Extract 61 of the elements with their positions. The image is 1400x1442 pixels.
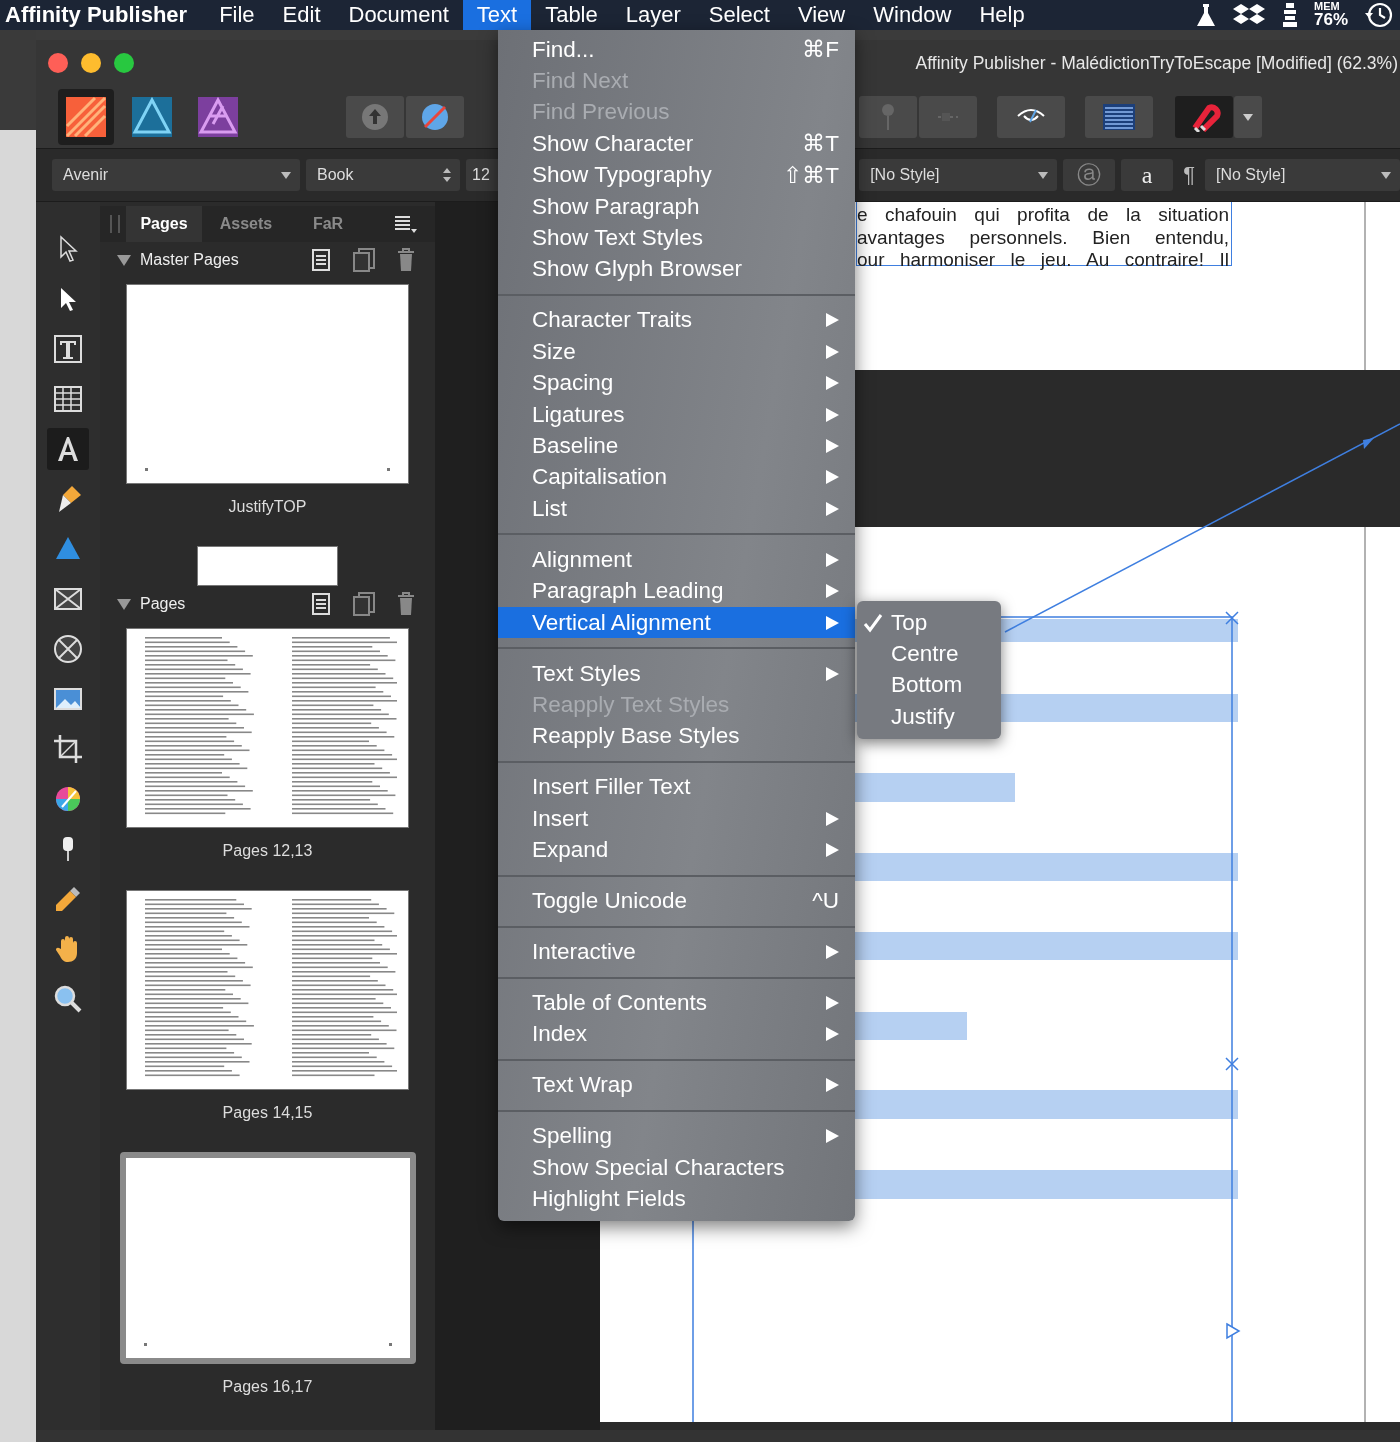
menu-bar-item[interactable]: Window: [859, 0, 966, 30]
paragraph-mark: ¶: [1182, 162, 1196, 188]
page-label: JustifyTOP: [228, 497, 307, 517]
menu-item[interactable]: Interactive: [498, 936, 855, 968]
menu-bar-item[interactable]: Document: [334, 0, 463, 30]
menu-item[interactable]: Table of Contents: [498, 987, 855, 1019]
menu-item[interactable]: Expand: [498, 834, 855, 866]
menu-item[interactable]: Index: [498, 1018, 855, 1051]
menu-item[interactable]: Highlight Fields: [498, 1183, 855, 1215]
menu-item[interactable]: Find... ⌘F: [498, 34, 855, 66]
section-title: Master Pages: [140, 251, 240, 269]
character-style-button[interactable]: ⓐ: [1063, 159, 1116, 191]
menu-bar-item[interactable]: File: [205, 0, 269, 30]
menu-item[interactable]: Character Traits: [498, 304, 855, 337]
menu-bar-item[interactable]: View: [783, 0, 860, 30]
menu-item[interactable]: Spacing: [498, 367, 855, 399]
menu-item[interactable]: Paragraph Leading: [498, 575, 855, 607]
character-format-button[interactable]: a: [1121, 159, 1174, 191]
menu-item[interactable]: Text Styles: [498, 657, 855, 690]
page-label: Pages 12,13: [222, 841, 313, 861]
menu-item[interactable]: Insert: [498, 802, 855, 835]
menu-item[interactable]: Show Paragraph: [498, 190, 855, 223]
menu-item[interactable]: Spelling: [498, 1120, 855, 1153]
menu-bar-item[interactable]: Text: [462, 0, 532, 30]
menu-item[interactable]: Reapply Base Styles: [498, 720, 855, 752]
window-title: Affinity Publisher - MalédictionTryToEscape [Modified] (62.3%): [915, 52, 1398, 74]
memory-indicator[interactable]: MEM 76%: [1313, 2, 1348, 28]
menu-bar-item[interactable]: Edit: [268, 0, 335, 30]
panel-tab[interactable]: Assets: [208, 206, 284, 242]
menu-item[interactable]: Ligatures: [498, 398, 855, 431]
font-style-field[interactable]: Book: [306, 159, 460, 191]
character-style-field[interactable]: [No Style]: [1205, 159, 1400, 191]
paragraph-style-field[interactable]: [No Style]: [859, 159, 1058, 191]
section-title: Pages: [140, 595, 187, 613]
menu-item[interactable]: Show Text Styles: [498, 222, 855, 254]
menu-item[interactable]: Justify: [857, 701, 1001, 733]
menu-item[interactable]: Bottom: [857, 669, 1001, 702]
menu-item[interactable]: Toggle Unicode ^U: [498, 885, 855, 917]
menu-bar-item[interactable]: Layer: [611, 0, 695, 30]
menu-item[interactable]: Centre: [857, 638, 1001, 670]
panel-tab[interactable]: Pages: [126, 206, 202, 242]
menu-item[interactable]: Vertical Alignment: [498, 606, 855, 639]
app-name-menu[interactable]: Affinity Publisher: [0, 2, 206, 28]
font-family-field[interactable]: Avenir: [52, 159, 300, 191]
menu-item[interactable]: Top: [857, 607, 1001, 639]
menu-item[interactable]: Insert Filler Text: [498, 771, 855, 803]
menu-bar-item[interactable]: Table: [531, 0, 612, 30]
page-label: Pages 16,17: [222, 1377, 313, 1397]
menu-item[interactable]: Show Glyph Browser: [498, 253, 855, 286]
menu-item[interactable]: List: [498, 493, 855, 525]
menu-bar-item[interactable]: Help: [965, 0, 1039, 30]
menu-bar-item[interactable]: Select: [694, 0, 784, 30]
menu-item[interactable]: Show Character ⌘T: [498, 128, 855, 160]
menu-item[interactable]: Show Special Characters: [498, 1152, 855, 1184]
panel-tab[interactable]: FaR: [290, 206, 366, 242]
menu-item[interactable]: Baseline: [498, 430, 855, 462]
page-label: Pages 14,15: [222, 1103, 313, 1123]
menu-item[interactable]: Alignment: [498, 544, 855, 576]
menu-item[interactable]: Size: [498, 336, 855, 368]
menu-item[interactable]: Text Wrap: [498, 1069, 855, 1102]
menu-item[interactable]: Capitalisation: [498, 461, 855, 494]
